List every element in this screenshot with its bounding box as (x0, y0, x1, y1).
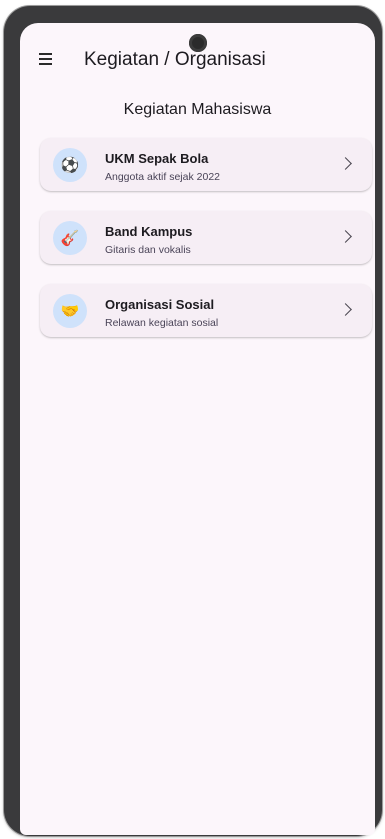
app-screen: Kegiatan / Organisasi Kegiatan Mahasiswa… (20, 23, 375, 835)
app-bar-title: Kegiatan / Organisasi (84, 49, 266, 70)
chevron-right-icon (339, 157, 352, 170)
activity-subtitle: Relawan kegiatan sosial (105, 317, 219, 329)
hamburger-menu-icon[interactable] (34, 47, 58, 71)
activity-title: UKM Sepak Bola (105, 151, 209, 166)
front-camera (189, 34, 207, 52)
phone-frame: Kegiatan / Organisasi Kegiatan Mahasiswa… (4, 6, 382, 836)
activity-title: Band Kampus (105, 224, 193, 239)
menu-line (39, 63, 52, 65)
activity-title: Organisasi Sosial (105, 297, 215, 312)
activity-subtitle: Gitaris dan vokalis (105, 244, 191, 256)
chevron-right-icon (339, 303, 352, 316)
activity-list: ⚽ UKM Sepak Bola Anggota aktif sejak 202… (40, 138, 372, 357)
activity-item-organisasi-sosial[interactable]: 🤝 Organisasi Sosial Relawan kegiatan sos… (40, 284, 372, 337)
menu-line (39, 58, 52, 60)
menu-line (39, 53, 52, 55)
activity-item-band-kampus[interactable]: 🎸 Band Kampus Gitaris dan vokalis (40, 211, 372, 264)
soccer-ball-icon: ⚽ (53, 148, 87, 182)
activity-subtitle: Anggota aktif sejak 2022 (105, 171, 220, 183)
section-title: Kegiatan Mahasiswa (123, 101, 272, 118)
activity-item-ukm-sepak-bola[interactable]: ⚽ UKM Sepak Bola Anggota aktif sejak 202… (40, 138, 372, 191)
chevron-right-icon (339, 230, 352, 243)
handshake-icon: 🤝 (53, 294, 87, 328)
guitar-icon: 🎸 (53, 221, 87, 255)
